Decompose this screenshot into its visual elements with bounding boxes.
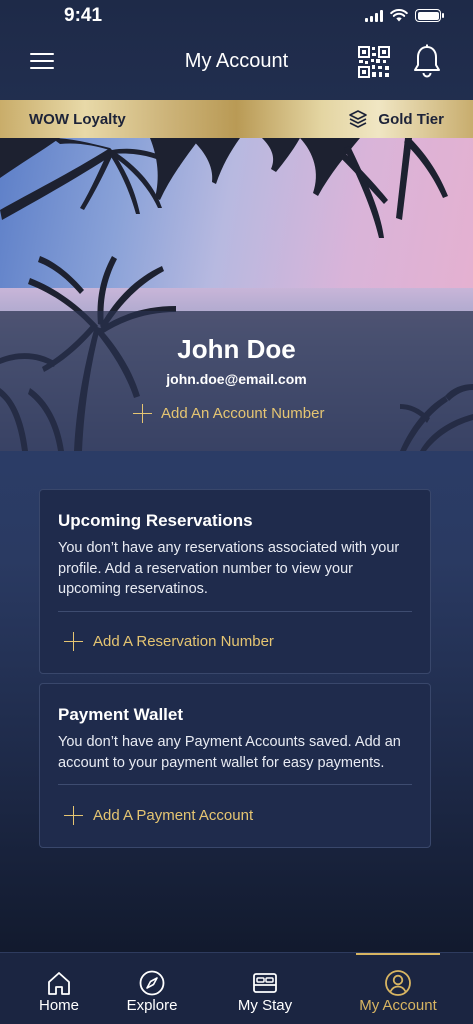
add-reservation-number-button[interactable]: Add A Reservation Number — [64, 632, 274, 651]
add-account-number-button[interactable]: Add An Account Number — [133, 404, 324, 423]
profile-hero: John Doe john.doe@email.com Add An Accou… — [0, 138, 473, 451]
home-icon — [48, 972, 70, 995]
qr-code-icon[interactable] — [358, 46, 390, 78]
add-payment-account-button[interactable]: Add A Payment Account — [64, 806, 253, 825]
add-payment-account-label: Add A Payment Account — [93, 807, 254, 824]
page-title: My Account — [184, 50, 289, 72]
navigation-bar: My Account — [0, 34, 473, 100]
tier-label: Gold Tier — [378, 110, 444, 128]
user-circle-icon — [385, 970, 411, 996]
divider — [58, 784, 412, 785]
tab-my-stay[interactable]: My Stay — [222, 953, 308, 1024]
tab-home-label: Home — [38, 997, 79, 1014]
compass-icon — [139, 970, 165, 996]
plus-icon — [133, 404, 152, 423]
tier-badge: Gold Tier — [348, 109, 444, 129]
reservations-title: Upcoming Reservations — [58, 511, 253, 530]
status-bar: 9:41 — [0, 0, 473, 34]
status-icons — [365, 9, 444, 22]
wallet-title: Payment Wallet — [58, 705, 184, 724]
user-email: john.doe@email.com — [166, 371, 307, 387]
payment-wallet-card: Payment Wallet You don’t have any Paymen… — [39, 683, 431, 848]
add-account-number-label: Add An Account Number — [161, 405, 325, 422]
app-screen: 9:41 My Account WOW Loyalty Gold Tier Jo… — [0, 0, 473, 1024]
user-name: John Doe — [177, 334, 296, 364]
tab-my-account-label: My Account — [359, 997, 437, 1014]
battery-icon — [415, 9, 444, 22]
tab-explore-label: Explore — [126, 997, 178, 1014]
layers-icon — [349, 110, 368, 128]
reservations-empty-message: You don’t have any reservations associat… — [58, 540, 400, 597]
upcoming-reservations-card: Upcoming Reservations You don’t have any… — [39, 489, 431, 674]
tab-explore[interactable]: Explore — [110, 953, 194, 1024]
divider — [58, 611, 412, 612]
wifi-icon — [390, 9, 408, 22]
tab-my-account[interactable]: My Account — [350, 953, 446, 1024]
tab-my-stay-label: My Stay — [237, 997, 293, 1014]
plus-icon — [64, 806, 83, 825]
loyalty-program-name: WOW Loyalty — [29, 111, 126, 128]
status-time: 9:41 — [64, 5, 103, 26]
loyalty-banner[interactable]: WOW Loyalty Gold Tier — [0, 100, 473, 138]
wallet-empty-message: You don’t have any Payment Accounts save… — [58, 734, 401, 771]
bottom-tab-bar: Home Explore My Stay My Account — [0, 952, 473, 1024]
add-reservation-number-label: Add A Reservation Number — [93, 633, 274, 650]
bed-icon — [253, 973, 277, 993]
notification-bell-icon[interactable] — [412, 44, 442, 78]
plus-icon — [64, 632, 83, 651]
signal-icon — [365, 9, 383, 22]
tab-home[interactable]: Home — [18, 953, 100, 1024]
